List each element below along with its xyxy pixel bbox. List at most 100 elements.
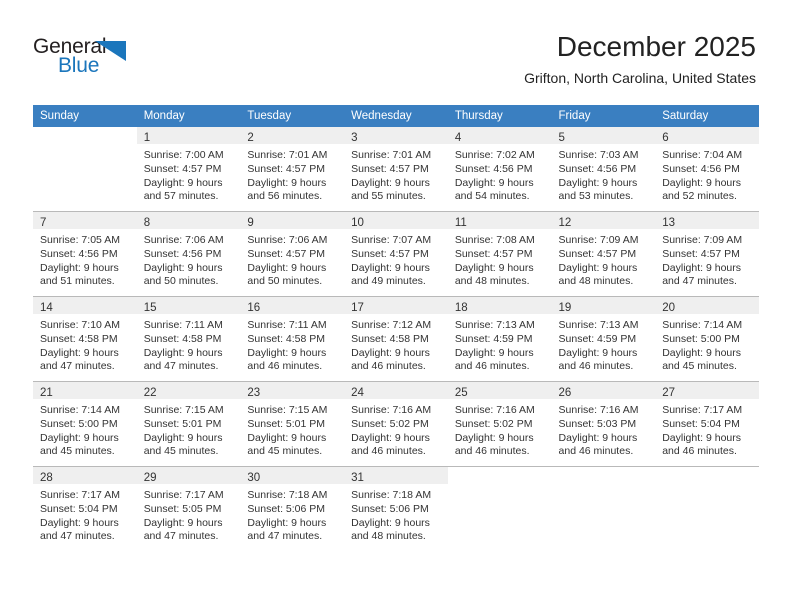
calendar-day-cell[interactable]: 2 Sunrise: 7:01 AM Sunset: 4:57 PM Daylight… [240,127,345,212]
weekday-header-wednesday: Wednesday [344,105,448,127]
calendar-day-cell[interactable]: 19 Sunrise: 7:13 AM Sunset: 4:59 PM Dayligh… [551,296,656,382]
day-number: 16 [247,302,261,314]
day-number-band: 20 [655,297,759,314]
sunrise-text: Sunrise: 7:12 AM [351,319,432,331]
calendar-day-cell[interactable]: 5 Sunrise: 7:03 AM Sunset: 4:56 PM Daylight… [551,127,656,212]
calendar-day-cell[interactable]: 14 Sunrise: 7:10 AM Sunset: 4:58 PM Dayligh… [33,296,137,382]
calendar-day-cell[interactable]: 9 Sunrise: 7:06 AM Sunset: 4:57 PM Daylight… [240,211,345,297]
day-cell-inner: 6 Sunrise: 7:04 AM Sunset: 4:56 PM Daylight… [655,127,759,211]
calendar-day-cell[interactable]: 25 Sunrise: 7:16 AM Sunset: 5:02 PM Dayligh… [447,381,552,467]
daylight-text: Daylight: 9 hours [40,516,119,529]
day-cell-inner: 31 Sunrise: 7:18 AM Sunset: 5:06 PM Dayligh… [344,467,448,551]
calendar-day-cell[interactable]: 29 Sunrise: 7:17 AM Sunset: 5:05 PM Dayligh… [136,466,241,551]
sunset-text: Sunset: 4:57 PM [558,247,637,260]
day-number-band: 27 [655,382,759,399]
day-number-band: 1 [136,127,241,144]
day-detail-lines: Sunrise: 7:12 AM Sunset: 4:58 PM Daylight:… [344,314,448,374]
calendar-day-cell[interactable]: 23 Sunrise: 7:15 AM Sunset: 5:01 PM Dayligh… [240,381,345,467]
day-number-band [33,127,137,144]
calendar-day-cell[interactable]: 27 Sunrise: 7:17 AM Sunset: 5:04 PM Dayligh… [655,381,759,467]
calendar-day-cell[interactable]: 22 Sunrise: 7:15 AM Sunset: 5:01 PM Dayligh… [136,381,241,467]
calendar-day-cell[interactable]: 16 Sunrise: 7:11 AM Sunset: 4:58 PM Dayligh… [240,296,345,382]
day-cell-inner: 22 Sunrise: 7:15 AM Sunset: 5:01 PM Dayligh… [136,382,241,466]
sunset-text: Sunset: 4:57 PM [143,162,222,175]
calendar-day-cell[interactable]: 18 Sunrise: 7:13 AM Sunset: 4:59 PM Dayligh… [447,296,552,382]
daylight-text-cont: and 50 minutes. [247,275,323,288]
calendar-day-cell[interactable]: 11 Sunrise: 7:08 AM Sunset: 4:57 PM Dayligh… [447,211,552,297]
day-detail-lines: Sunrise: 7:17 AM Sunset: 5:04 PM Daylight:… [655,399,759,459]
sunset-text: Sunset: 4:58 PM [247,332,326,345]
sunrise-text: Sunrise: 7:16 AM [558,404,639,416]
daylight-text-cont: and 48 minutes. [351,530,426,543]
calendar-day-cell[interactable]: 21 Sunrise: 7:14 AM Sunset: 5:00 PM Dayligh… [33,381,137,467]
day-number: 28 [40,472,53,484]
day-number-band: 5 [551,127,656,144]
calendar-day-cell[interactable]: 15 Sunrise: 7:11 AM Sunset: 4:58 PM Dayligh… [136,296,241,382]
calendar-day-cell[interactable]: 4 Sunrise: 7:02 AM Sunset: 4:56 PM Daylight… [447,127,552,212]
sunset-text: Sunset: 4:56 PM [143,247,222,260]
calendar-day-cell[interactable]: 24 Sunrise: 7:16 AM Sunset: 5:02 PM Dayligh… [344,381,448,467]
day-number-band: 26 [551,382,656,399]
sunrise-text: Sunrise: 7:03 AM [558,149,639,161]
calendar-day-cell[interactable]: 30 Sunrise: 7:18 AM Sunset: 5:06 PM Dayligh… [240,466,345,551]
calendar-day-cell[interactable]: 17 Sunrise: 7:12 AM Sunset: 4:58 PM Dayligh… [344,296,448,382]
day-cell-inner: 10 Sunrise: 7:07 AM Sunset: 4:57 PM Dayligh… [344,212,448,296]
day-detail-lines: Sunrise: 7:08 AM Sunset: 4:57 PM Daylight:… [448,229,552,289]
calendar-day-cell[interactable]: 8 Sunrise: 7:06 AM Sunset: 4:56 PM Daylight… [136,211,241,297]
calendar-day-cell[interactable]: 20 Sunrise: 7:14 AM Sunset: 5:00 PM Dayligh… [655,296,759,382]
calendar-day-cell[interactable]: 6 Sunrise: 7:04 AM Sunset: 4:56 PM Daylight… [655,127,759,212]
calendar-day-cell[interactable]: 31 Sunrise: 7:18 AM Sunset: 5:06 PM Dayligh… [344,466,448,551]
daylight-text-cont: and 46 minutes. [454,445,530,458]
day-detail-lines: Sunrise: 7:16 AM Sunset: 5:02 PM Daylight:… [448,399,552,459]
calendar-week-row: 14 Sunrise: 7:10 AM Sunset: 4:58 PM Dayligh… [33,296,759,382]
daylight-text-cont: and 57 minutes. [143,190,219,203]
calendar-week-row: 21 Sunrise: 7:14 AM Sunset: 5:00 PM Dayligh… [33,381,759,467]
calendar-day-cell[interactable]: 12 Sunrise: 7:09 AM Sunset: 4:57 PM Dayligh… [551,211,656,297]
calendar-day-cell[interactable]: 28 Sunrise: 7:17 AM Sunset: 5:04 PM Dayligh… [33,466,137,551]
sunrise-text: Sunrise: 7:01 AM [351,149,432,161]
daylight-text: Daylight: 9 hours [247,516,327,529]
day-number: 23 [247,387,261,399]
day-number-band [552,467,656,484]
page-header: General Blue December 2025 Grifton, Nort… [0,0,792,100]
day-cell-inner: 2 Sunrise: 7:01 AM Sunset: 4:57 PM Daylight… [240,127,345,211]
daylight-text: Daylight: 9 hours [143,261,223,274]
calendar-day-cell[interactable]: 26 Sunrise: 7:16 AM Sunset: 5:03 PM Dayligh… [551,381,656,467]
daylight-text-cont: and 46 minutes. [558,360,634,373]
day-number-band: 18 [447,297,552,314]
day-number: 20 [662,302,676,314]
calendar-day-cell[interactable]: 10 Sunrise: 7:07 AM Sunset: 4:57 PM Dayligh… [344,211,448,297]
daylight-text: Daylight: 9 hours [143,516,223,529]
day-number: 5 [558,132,565,144]
day-detail-lines [33,144,137,149]
calendar-day-cell[interactable]: 7 Sunrise: 7:05 AM Sunset: 4:56 PM Daylight… [33,211,137,297]
day-number: 29 [143,472,157,484]
daylight-text: Daylight: 9 hours [662,346,742,359]
daylight-text: Daylight: 9 hours [558,431,638,444]
sunrise-text: Sunrise: 7:15 AM [247,404,328,416]
sunrise-sunset-calendar: Sunday Monday Tuesday Wednesday Thursday… [33,105,759,551]
day-number: 14 [40,302,53,314]
sunrise-text: Sunrise: 7:08 AM [454,234,535,246]
daylight-text: Daylight: 9 hours [351,176,430,189]
day-cell-inner: 17 Sunrise: 7:12 AM Sunset: 4:58 PM Dayligh… [344,297,448,381]
calendar-day-cell[interactable]: 3 Sunrise: 7:01 AM Sunset: 4:57 PM Daylight… [344,127,448,212]
logo-text-blue: Blue [58,54,100,77]
day-cell-inner: 19 Sunrise: 7:13 AM Sunset: 4:59 PM Dayligh… [551,297,656,381]
sunset-text: Sunset: 4:56 PM [40,247,118,260]
sunset-text: Sunset: 5:02 PM [454,417,533,430]
sunset-text: Sunset: 5:06 PM [247,502,326,515]
sunrise-text: Sunrise: 7:04 AM [662,149,743,161]
sunset-text: Sunset: 4:56 PM [454,162,533,175]
day-number-band: 24 [344,382,448,399]
day-cell-inner: 13 Sunrise: 7:09 AM Sunset: 4:57 PM Dayligh… [655,212,759,296]
daylight-text: Daylight: 9 hours [558,176,638,189]
calendar-day-cell[interactable]: 13 Sunrise: 7:09 AM Sunset: 4:57 PM Dayligh… [655,211,759,297]
day-number: 26 [558,387,572,399]
daylight-text-cont: and 45 minutes. [143,445,219,458]
calendar-day-cell[interactable]: 1 Sunrise: 7:00 AM Sunset: 4:57 PM Daylight… [136,127,241,212]
day-number-band: 7 [33,212,137,229]
day-cell-inner [552,467,656,551]
day-detail-lines: Sunrise: 7:15 AM Sunset: 5:01 PM Daylight:… [240,399,344,459]
weekday-header-row: Sunday Monday Tuesday Wednesday Thursday… [33,105,759,127]
